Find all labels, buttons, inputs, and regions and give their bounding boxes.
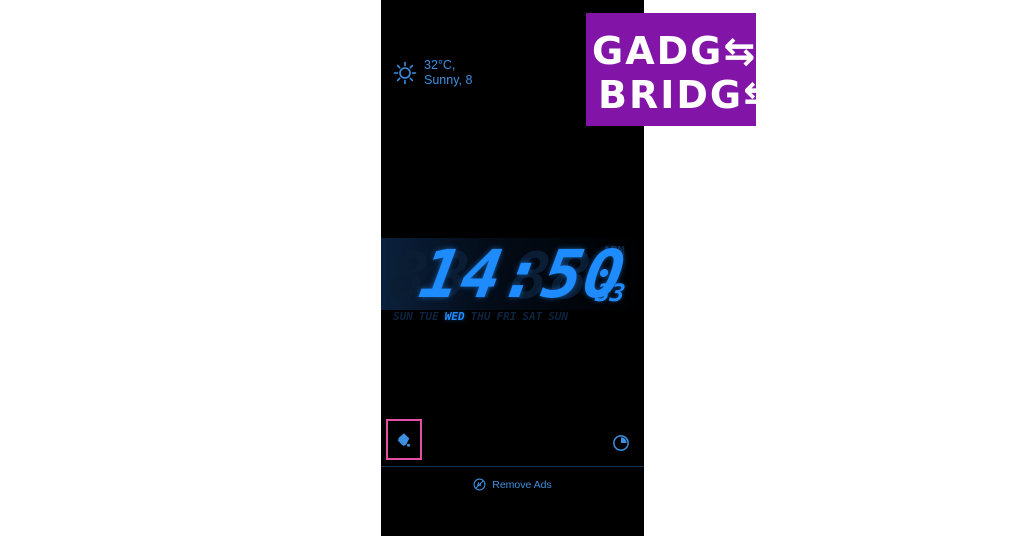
weather-temperature: 32°C,	[424, 58, 456, 72]
alarm-button[interactable]	[386, 419, 422, 460]
weekday-label: FRI	[496, 310, 517, 323]
weekday-label: THU	[470, 310, 491, 323]
weekday-label: SUN	[393, 310, 413, 323]
sun-icon	[393, 61, 417, 85]
timer-icon[interactable]	[612, 434, 630, 452]
remove-ads-label: Remove Ads	[492, 478, 552, 491]
no-ads-icon	[473, 478, 486, 491]
weekday-row: SUN TUE WED THU FRI SAT SUN	[393, 310, 568, 323]
weekday-label-active: WED	[444, 310, 465, 323]
remove-ads-button[interactable]: Remove Ads	[381, 478, 644, 491]
logo-line-2: BRIDG⇆	[598, 73, 777, 117]
screenshot-canvas: 32°C, Sunny, 8 88:88 APM 14:50 33 SUN TU…	[0, 0, 1024, 536]
weekday-label: SUN	[548, 310, 569, 323]
weather-text: 32°C, Sunny, 8	[424, 58, 472, 88]
weekday-label: TUE	[418, 310, 439, 323]
weather-widget[interactable]: 32°C, Sunny, 8	[393, 58, 472, 88]
alarm-bell-icon	[398, 432, 410, 447]
weekday-label: SAT	[522, 310, 543, 323]
clock-seconds: 33	[593, 279, 628, 307]
logo-line-1: GADG⇆T	[592, 29, 786, 73]
bottom-divider	[381, 466, 644, 467]
weather-condition: Sunny, 8	[424, 73, 473, 87]
gadget-bridge-logo: GADG⇆T BRIDG⇆	[586, 13, 783, 126]
